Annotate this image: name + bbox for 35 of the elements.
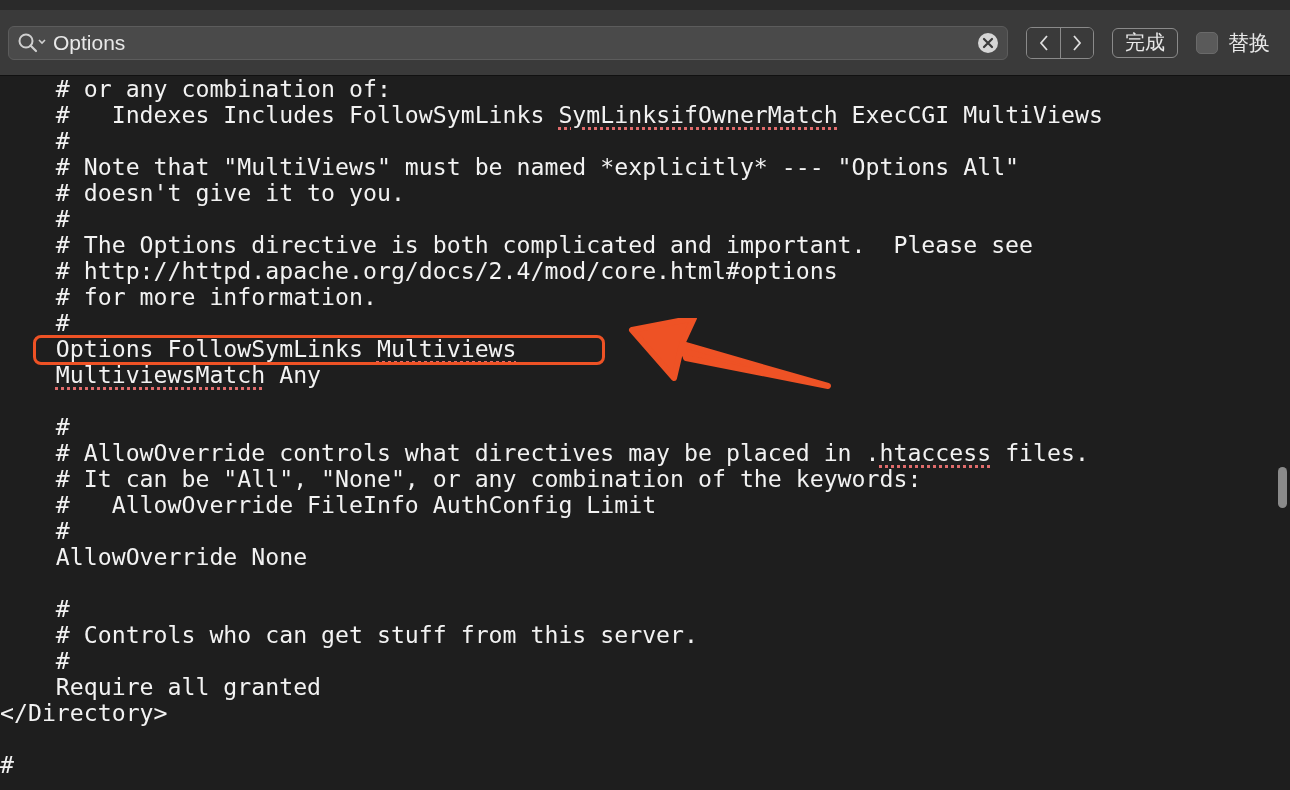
code-line: #: [54, 413, 70, 440]
code-line: # Note that "MultiViews" must be named *explicitly* --- "Options All": [54, 153, 1020, 180]
code-line: #: [54, 647, 70, 674]
code-line: MultiviewsMatch Any: [55, 361, 322, 388]
replace-label: 替换: [1228, 29, 1270, 57]
code-line: #: [54, 595, 70, 622]
code-line: # The Options directive is both complicated and important. Please see: [54, 231, 1034, 258]
code-line: #: [54, 127, 70, 154]
code-line: #: [54, 205, 70, 232]
search-icon[interactable]: [17, 31, 49, 54]
code-line: </Directory>: [0, 699, 168, 726]
code-line: # doesn't give it to you.: [54, 179, 405, 206]
code-line: # AllowOverride controls what directives may be placed in .htaccess files.: [54, 439, 1089, 466]
done-button[interactable]: 完成: [1112, 27, 1178, 58]
code-line: # Indexes Includes FollowSymLinks SymLinksifOwnerMatch ExecCGI MultiViews: [54, 101, 1103, 128]
code-line: #: [54, 517, 70, 544]
code-line: #: [54, 309, 70, 336]
clear-icon[interactable]: [977, 31, 999, 54]
code-line: #: [0, 751, 14, 778]
code-line: # or any combination of:: [54, 75, 391, 102]
code-line: # It can be "All", "None", or any combination of the keywords:: [54, 465, 922, 492]
code-line: # http://httpd.apache.org/docs/2.4/mod/core.html#options: [54, 257, 838, 284]
code-line: Options FollowSymLinks Multiviews: [54, 335, 517, 362]
code-line: # AllowOverride FileInfo AuthConfig Limit: [54, 491, 657, 518]
scrollbar-thumb[interactable]: [1278, 467, 1287, 508]
chevron-right-icon: [1072, 34, 1082, 51]
replace-checkbox[interactable]: [1196, 31, 1218, 54]
code-line: Require all granted: [54, 673, 322, 700]
code-line: AllowOverride None: [54, 543, 308, 570]
search-input[interactable]: Options: [53, 30, 973, 55]
chevron-left-icon: [1038, 34, 1049, 51]
search-field[interactable]: Options: [8, 25, 1008, 60]
code-line: # for more information.: [54, 283, 377, 310]
next-button[interactable]: [1060, 27, 1093, 58]
code-line: # Controls who can get stuff from this server.: [54, 621, 698, 648]
